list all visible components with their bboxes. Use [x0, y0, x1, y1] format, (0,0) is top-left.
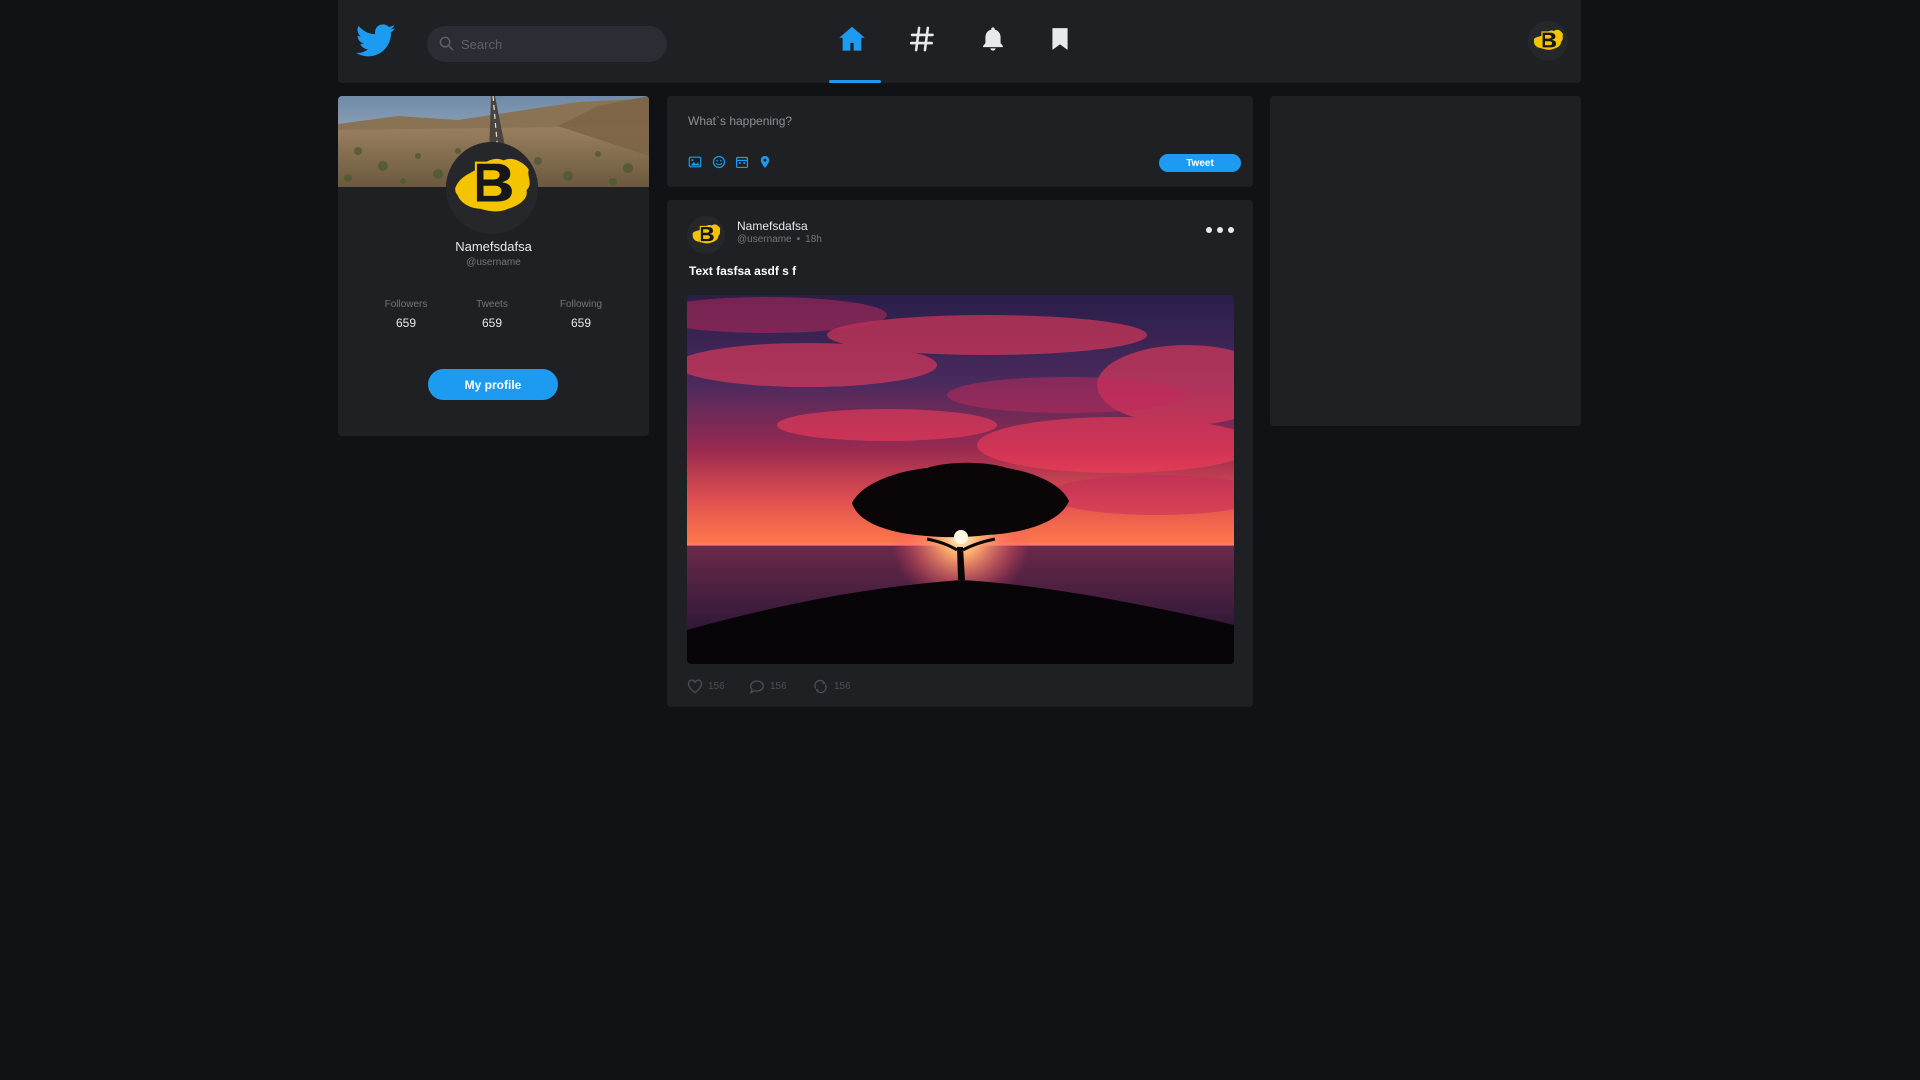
location-icon	[760, 156, 770, 168]
profile-card: Namefsdafsa @username Followers 659 Twee…	[338, 96, 649, 436]
like-count: 156	[708, 680, 725, 692]
stat-label: Tweets	[476, 299, 508, 310]
schedule-icon	[735, 156, 749, 169]
compose-input[interactable]	[688, 110, 1228, 132]
add-emoji-button[interactable]	[712, 155, 726, 169]
user-avatar-icon	[1534, 29, 1563, 50]
post-author-name[interactable]: Namefsdafsa	[737, 219, 808, 233]
reply-count: 156	[770, 680, 787, 692]
user-avatar-icon	[446, 142, 538, 234]
nav-home-button[interactable]	[834, 24, 870, 60]
nav-notifications-button[interactable]	[975, 24, 1011, 60]
profile-name[interactable]: Namefsdafsa	[338, 239, 649, 254]
stat-label: Following	[559, 299, 603, 310]
post-text: Text fasfsa asdf s f	[689, 264, 797, 278]
meta-separator: •	[796, 234, 801, 245]
compose-tweet-box: Tweet	[667, 96, 1253, 187]
reply-button[interactable]: 156	[749, 678, 787, 694]
post-more-options-button[interactable]	[1203, 219, 1237, 241]
heart-icon	[687, 678, 703, 693]
stat-label: Followers	[384, 299, 428, 310]
schedule-button[interactable]	[735, 155, 749, 169]
tweet-card: Namefsdafsa @username • 18h Text fasfsa as…	[667, 200, 1253, 707]
comment-icon	[749, 679, 764, 694]
search-bar[interactable]	[427, 26, 667, 62]
stat-value: 659	[481, 316, 503, 330]
home-icon	[839, 26, 865, 51]
post-author-avatar[interactable]	[687, 216, 725, 254]
like-button[interactable]: 156	[687, 678, 725, 694]
add-image-button[interactable]	[688, 155, 702, 169]
stat-tweets[interactable]: Tweets 659	[452, 299, 532, 330]
right-sidebar-panel	[1270, 96, 1581, 426]
bookmark-icon	[1052, 28, 1068, 50]
post-time[interactable]: 18h	[805, 234, 822, 245]
stat-value: 659	[570, 316, 592, 330]
top-navigation-bar	[338, 0, 1581, 83]
image-icon	[688, 156, 702, 168]
twitter-logo-icon[interactable]	[355, 24, 396, 58]
my-profile-button[interactable]: My profile	[428, 369, 558, 400]
emoji-icon	[712, 155, 726, 169]
retweet-icon	[814, 679, 827, 693]
retweet-button[interactable]: 156	[812, 678, 851, 694]
profile-handle: @username	[466, 257, 521, 268]
nav-bookmarks-button[interactable]	[1042, 24, 1078, 60]
search-input[interactable]	[461, 26, 657, 62]
stat-following[interactable]: Following 659	[541, 299, 621, 330]
hashtag-icon	[909, 26, 934, 52]
post-author-handle[interactable]: @username	[737, 234, 792, 245]
stat-value: 659	[395, 316, 417, 330]
stat-followers[interactable]: Followers 659	[366, 299, 446, 330]
profile-avatar[interactable]	[446, 142, 538, 234]
user-avatar-icon	[687, 216, 725, 254]
retweet-count: 156	[834, 680, 851, 692]
search-icon	[439, 36, 454, 51]
active-tab-indicator	[829, 80, 881, 83]
nav-explore-button[interactable]	[904, 24, 940, 60]
more-dots-icon	[1206, 227, 1234, 233]
location-button[interactable]	[758, 155, 772, 169]
tweet-button[interactable]: Tweet	[1159, 154, 1241, 172]
account-avatar[interactable]	[1528, 21, 1568, 61]
post-image[interactable]	[687, 295, 1234, 664]
post-meta: @username • 18h	[737, 234, 822, 245]
bell-icon	[983, 27, 1003, 51]
